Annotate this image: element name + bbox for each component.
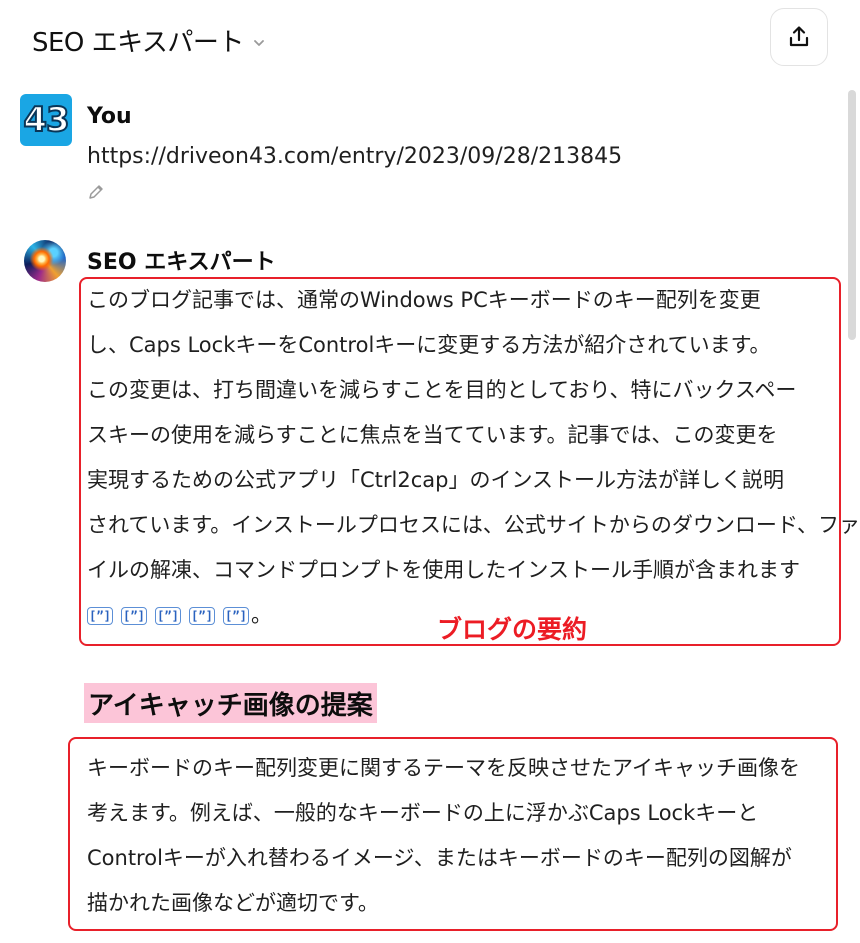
chat-title: SEO エキスパート	[32, 28, 244, 58]
citation-link[interactable]: [”]	[155, 606, 181, 625]
summary-line: このブログ記事では、通常のWindows PCキーボードのキー配列を変更	[87, 288, 761, 312]
share-button[interactable]	[770, 8, 828, 66]
eyecatch-line: 考えます。例えば、一般的なキーボードの上に浮かぶCaps Lockキーと	[87, 801, 759, 825]
section-heading: アイキャッチ画像の提案	[88, 690, 373, 721]
summary-line: スキーの使用を減らすことに焦点を当てています。記事では、この変更を	[87, 423, 778, 447]
citation-end-punct: 。	[251, 603, 272, 627]
user-message-text: https://driveon43.com/entry/2023/09/28/2…	[87, 144, 623, 169]
chat-title-dropdown[interactable]: SEO エキスパート	[32, 22, 266, 59]
eyecatch-line: キーボードのキー配列変更に関するテーマを反映させたアイキャッチ画像を	[87, 756, 800, 780]
user-avatar: 43	[20, 94, 72, 146]
eyecatch-line: Controlキーが入れ替わるイメージ、またはキーボードのキー配列の図解が	[87, 846, 792, 870]
summary-line: されています。インストールプロセスには、公式サイトからのダウンロード、ファ	[87, 513, 860, 537]
summary-line: イルの解凍、コマンドプロンプトを使用したインストール手順が含まれます	[87, 558, 800, 582]
section-heading-highlight: アイキャッチ画像の提案	[84, 683, 377, 723]
eyecatch-paragraph: キーボードのキー配列変更に関するテーマを反映させたアイキャッチ画像を 考えます。…	[87, 746, 800, 926]
assistant-author-name: SEO エキスパート	[87, 250, 276, 275]
citation-link[interactable]: [”]	[121, 606, 147, 625]
user-author-name: You	[87, 104, 132, 129]
summary-line: この変更は、打ち間違いを減らすことを目的としており、特にバックスペー	[87, 378, 797, 402]
pencil-icon[interactable]	[86, 182, 106, 202]
user-avatar-text: 43	[22, 99, 70, 141]
citation-link[interactable]: [”]	[189, 606, 215, 625]
chevron-down-icon	[253, 39, 264, 46]
summary-annotation-label: ブログの要約	[437, 615, 588, 644]
assistant-avatar	[24, 240, 66, 282]
summary-paragraph: このブログ記事では、通常のWindows PCキーボードのキー配列を変更 し、C…	[87, 278, 860, 638]
summary-line: 実現するための公式アプリ「Ctrl2cap」のインストール方法が詳しく説明	[87, 468, 785, 492]
citation-link[interactable]: [”]	[223, 606, 249, 625]
citation-link[interactable]: [”]	[87, 606, 113, 625]
eyecatch-line: 描かれた画像などが適切です。	[87, 891, 379, 915]
summary-line: し、Caps LockキーをControlキーに変更する方法が紹介されています。	[87, 333, 771, 357]
share-upload-icon	[789, 26, 809, 47]
